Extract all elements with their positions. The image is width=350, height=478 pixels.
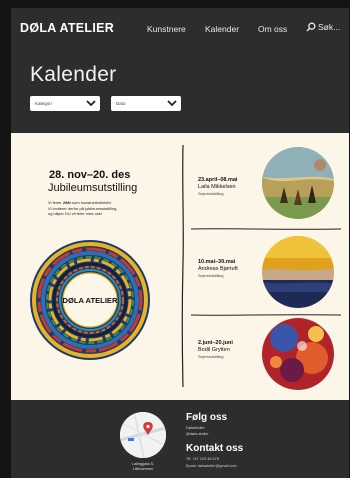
featured-event-date: 28. nov–20. des xyxy=(49,169,131,181)
chevron-down-icon xyxy=(167,100,177,107)
page-title: Kalender xyxy=(30,63,117,86)
event-date: 2.juni–20.juni xyxy=(198,340,233,346)
featured-event-title[interactable]: Jubileumsutstilling xyxy=(48,182,137,194)
site-footer: Lalleggata 5, Lillehammer Følg oss DølaA… xyxy=(11,400,349,478)
featured-event-artwork[interactable]: DØLA ATELIER xyxy=(29,239,151,361)
screen: DØLA ATELIER Kunstnere Kalender Om oss S… xyxy=(0,0,350,478)
contact-heading: Kontakt oss xyxy=(186,443,244,454)
event-artist[interactable]: Andreas Bjørtuft xyxy=(198,266,238,272)
featured-event-description: Vi feirer 20år som kunstnerkollektiv! Vi… xyxy=(48,200,118,216)
site-logo[interactable]: DØLA ATELIER xyxy=(20,21,114,35)
footer-address: Lalleggata 5, Lillehammer xyxy=(132,462,154,471)
event-date: 23.april–08.mai xyxy=(198,177,238,183)
social-link-facebook[interactable]: DølaAtelier xyxy=(186,426,205,430)
vertical-divider xyxy=(181,144,184,388)
category-dropdown-label: Kategori xyxy=(35,101,52,106)
event-venue: Sejerstutstilling xyxy=(198,355,224,359)
search-icon xyxy=(306,22,316,32)
chevron-down-icon xyxy=(86,100,96,107)
search-button[interactable]: Søk... xyxy=(306,22,340,32)
date-dropdown-label: Dato xyxy=(116,101,126,106)
top-navigation: DØLA ATELIER Kunstnere Kalender Om oss S… xyxy=(11,8,349,50)
category-dropdown[interactable]: Kategori xyxy=(30,96,100,111)
web-page: DØLA ATELIER Kunstnere Kalender Om oss S… xyxy=(11,8,349,478)
event-artist[interactable]: Laila Mikkelsen xyxy=(198,184,236,190)
nav-link-kalender[interactable]: Kalender xyxy=(205,24,239,34)
event-date: 10.mai–30.mai xyxy=(198,259,236,265)
calendar-content: 28. nov–20. des Jubileumsutstilling Vi f… xyxy=(11,133,349,400)
event-artwork[interactable] xyxy=(262,318,334,390)
event-separator xyxy=(191,314,341,316)
nav-link-kunstnere[interactable]: Kunstnere xyxy=(147,24,186,34)
event-separator xyxy=(191,228,341,230)
event-venue: Sejerstutstilling xyxy=(198,274,224,278)
follow-heading: Følg oss xyxy=(186,412,228,423)
event-artwork[interactable] xyxy=(262,236,334,308)
nav-link-om-oss[interactable]: Om oss xyxy=(258,24,287,34)
search-label: Søk... xyxy=(318,22,341,32)
map-thumbnail[interactable] xyxy=(120,412,166,458)
contact-email[interactable]: Epost: dølaatelier@gmail.com xyxy=(186,464,237,468)
event-artwork[interactable] xyxy=(262,147,334,219)
featured-circle-text: DØLA ATELIER xyxy=(63,296,118,305)
event-artist[interactable]: Bodil Grytten xyxy=(198,347,230,353)
date-dropdown[interactable]: Dato xyxy=(111,96,181,111)
social-link-instagram[interactable]: @døla.atelier xyxy=(186,432,209,436)
contact-phone[interactable]: Tlf: +47 123 45 678 xyxy=(186,457,219,461)
event-venue: Sejerstutstilling xyxy=(198,192,224,196)
